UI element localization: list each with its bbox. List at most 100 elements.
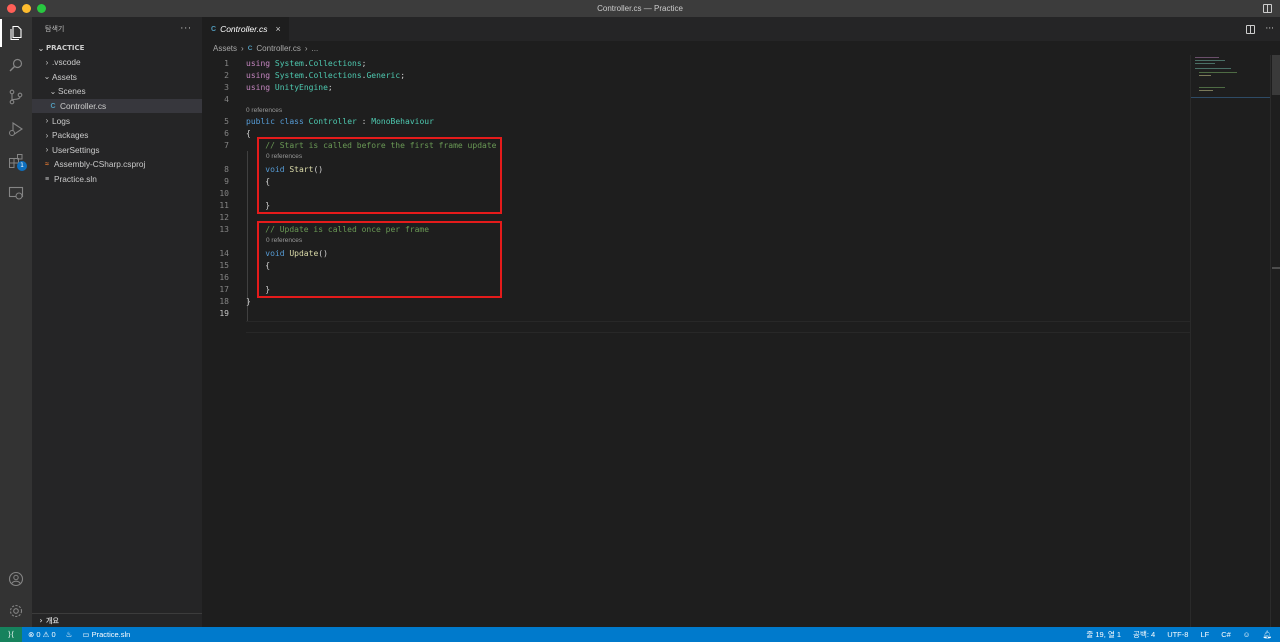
csharp-file-icon: C: [247, 44, 253, 52]
chevron-right-icon: ›: [241, 43, 244, 53]
line-number: 6: [224, 128, 229, 138]
account-icon: [8, 571, 24, 587]
code-line: 4: [202, 93, 1190, 105]
problems-indicator[interactable]: ⊗ 0 ⚠ 0: [28, 630, 56, 639]
run-debug-icon: [9, 121, 23, 137]
tree-item-csproj[interactable]: ≈ Assembly-CSharp.csproj: [32, 157, 202, 172]
minimap-line: [1195, 60, 1225, 61]
file-icon: ≡: [44, 175, 50, 183]
chevron-down-icon: ⌄: [37, 43, 45, 53]
outline-title: 개요: [46, 616, 59, 625]
line-number: 7: [224, 140, 229, 150]
code-editor[interactable]: 1 using System.Collections; 2 using Syst…: [202, 55, 1190, 627]
tab-bar: C Controller.cs × ···: [202, 17, 1280, 41]
close-tab-icon[interactable]: ×: [275, 24, 280, 34]
rss-icon: ≈: [45, 160, 49, 168]
explorer-header: 탐색기 ···: [32, 17, 202, 41]
code-text: using System.Collections;: [246, 58, 367, 68]
code-text: }: [246, 296, 251, 306]
remote-explorer-activity[interactable]: [0, 179, 32, 207]
warning-icon: ⚠: [42, 630, 50, 639]
current-line-highlight: [246, 321, 1190, 333]
tree-item-label: Assembly-CSharp.csproj: [54, 159, 146, 170]
manage-activity[interactable]: [0, 597, 32, 625]
chevron-right-icon: ›: [45, 130, 49, 140]
editor-more-button[interactable]: ···: [1265, 24, 1274, 34]
indentation[interactable]: 공백: 4: [1133, 629, 1155, 640]
split-editor-icon[interactable]: [1246, 24, 1256, 34]
tree-item-label: Packages: [52, 130, 89, 141]
chevron-right-icon: ›: [304, 43, 308, 53]
tab-controller-cs[interactable]: C Controller.cs ×: [202, 17, 289, 41]
cursor-position[interactable]: 줄 19, 열 1: [1086, 629, 1121, 640]
feedback-icon[interactable]: ☺: [1243, 630, 1251, 639]
close-window-button[interactable]: [7, 4, 16, 13]
run-debug-activity[interactable]: [0, 115, 32, 143]
layout-toggle-icon[interactable]: [1263, 4, 1272, 13]
chevron-right-icon: ›: [39, 616, 43, 625]
encoding[interactable]: UTF-8: [1167, 630, 1188, 639]
minimap-viewport: [1191, 97, 1271, 98]
tree-item-controller-cs[interactable]: C Controller.cs: [32, 98, 202, 114]
code-text: using System.Collections.Generic;: [246, 70, 406, 80]
minimap-line: [1195, 57, 1219, 58]
accounts-activity[interactable]: [0, 565, 32, 593]
scrollbar-marker: [1272, 267, 1280, 269]
minimize-window-button[interactable]: [22, 4, 31, 13]
workspace-section[interactable]: ⌄ PRACTICE: [32, 41, 202, 55]
chevron-right-icon: ›: [45, 116, 49, 126]
title-bar: Controller.cs — Practice: [0, 0, 1280, 17]
code-line: 19: [202, 307, 1190, 319]
code-line: 2 using System.Collections.Generic;: [202, 69, 1190, 81]
tree-item-packages[interactable]: › Packages: [32, 128, 202, 143]
tree-item-logs[interactable]: › Logs: [32, 113, 202, 128]
explorer-title: 탐색기: [45, 25, 65, 33]
tree-item-vscode[interactable]: › .vscode: [32, 55, 202, 70]
outline-section[interactable]: › 개요: [32, 613, 202, 627]
line-number: 2: [224, 70, 229, 80]
tree-item-label: Controller.cs: [60, 101, 107, 112]
language-mode[interactable]: C#: [1221, 630, 1231, 639]
remote-icon: ⟩⟨: [7, 630, 15, 639]
search-activity[interactable]: [0, 51, 32, 79]
line-number: 16: [219, 272, 229, 282]
minimap-line: [1199, 72, 1237, 73]
code-text: public class Controller : MonoBehaviour: [246, 116, 434, 126]
explorer-more-button[interactable]: ···: [180, 24, 192, 34]
minimap-line: [1199, 87, 1225, 88]
line-number: 15: [219, 260, 229, 270]
scrollbar-thumb[interactable]: [1272, 55, 1280, 95]
tree-item-assets[interactable]: ⌄ Assets: [32, 70, 202, 85]
tree-item-usersettings[interactable]: › UserSettings: [32, 143, 202, 158]
tree-item-scenes[interactable]: ⌄ Scenes: [32, 84, 202, 99]
solution-indicator[interactable]: ▭ Practice.sln: [82, 630, 130, 639]
extensions-activity[interactable]: 1: [0, 147, 32, 175]
line-number: 4: [224, 94, 229, 104]
tree-item-sln[interactable]: ≡ Practice.sln: [32, 172, 202, 187]
bell-icon[interactable]: 🔔︎: [1262, 630, 1272, 639]
error-count: 0: [36, 630, 41, 639]
source-control-activity[interactable]: [0, 83, 32, 111]
end-of-line[interactable]: LF: [1200, 630, 1209, 639]
line-number: 5: [224, 116, 229, 126]
explorer-activity[interactable]: [0, 19, 32, 47]
tab-label: Controller.cs: [220, 24, 268, 34]
line-number: 8: [224, 164, 229, 174]
minimap-line: [1199, 90, 1213, 91]
breadcrumb-symbol[interactable]: ...: [312, 44, 319, 53]
chevron-right-icon: ›: [45, 57, 49, 67]
line-number: 1: [224, 58, 229, 68]
remote-indicator[interactable]: ⟩⟨: [0, 627, 22, 642]
breadcrumb-file[interactable]: Controller.cs: [256, 44, 300, 53]
codelens-references[interactable]: 0 references: [246, 105, 282, 115]
vertical-scrollbar[interactable]: [1270, 55, 1280, 627]
zoom-window-button[interactable]: [37, 4, 46, 13]
code-line: 1 using System.Collections;: [202, 57, 1190, 69]
chevron-down-icon: ⌄: [49, 86, 57, 96]
flame-icon[interactable]: ♨: [66, 630, 73, 639]
tree-item-label: UserSettings: [52, 144, 100, 155]
chevron-right-icon: ›: [45, 145, 49, 155]
breadcrumb-assets[interactable]: Assets: [213, 44, 237, 53]
minimap[interactable]: [1190, 55, 1271, 627]
code-text: {: [246, 128, 251, 138]
